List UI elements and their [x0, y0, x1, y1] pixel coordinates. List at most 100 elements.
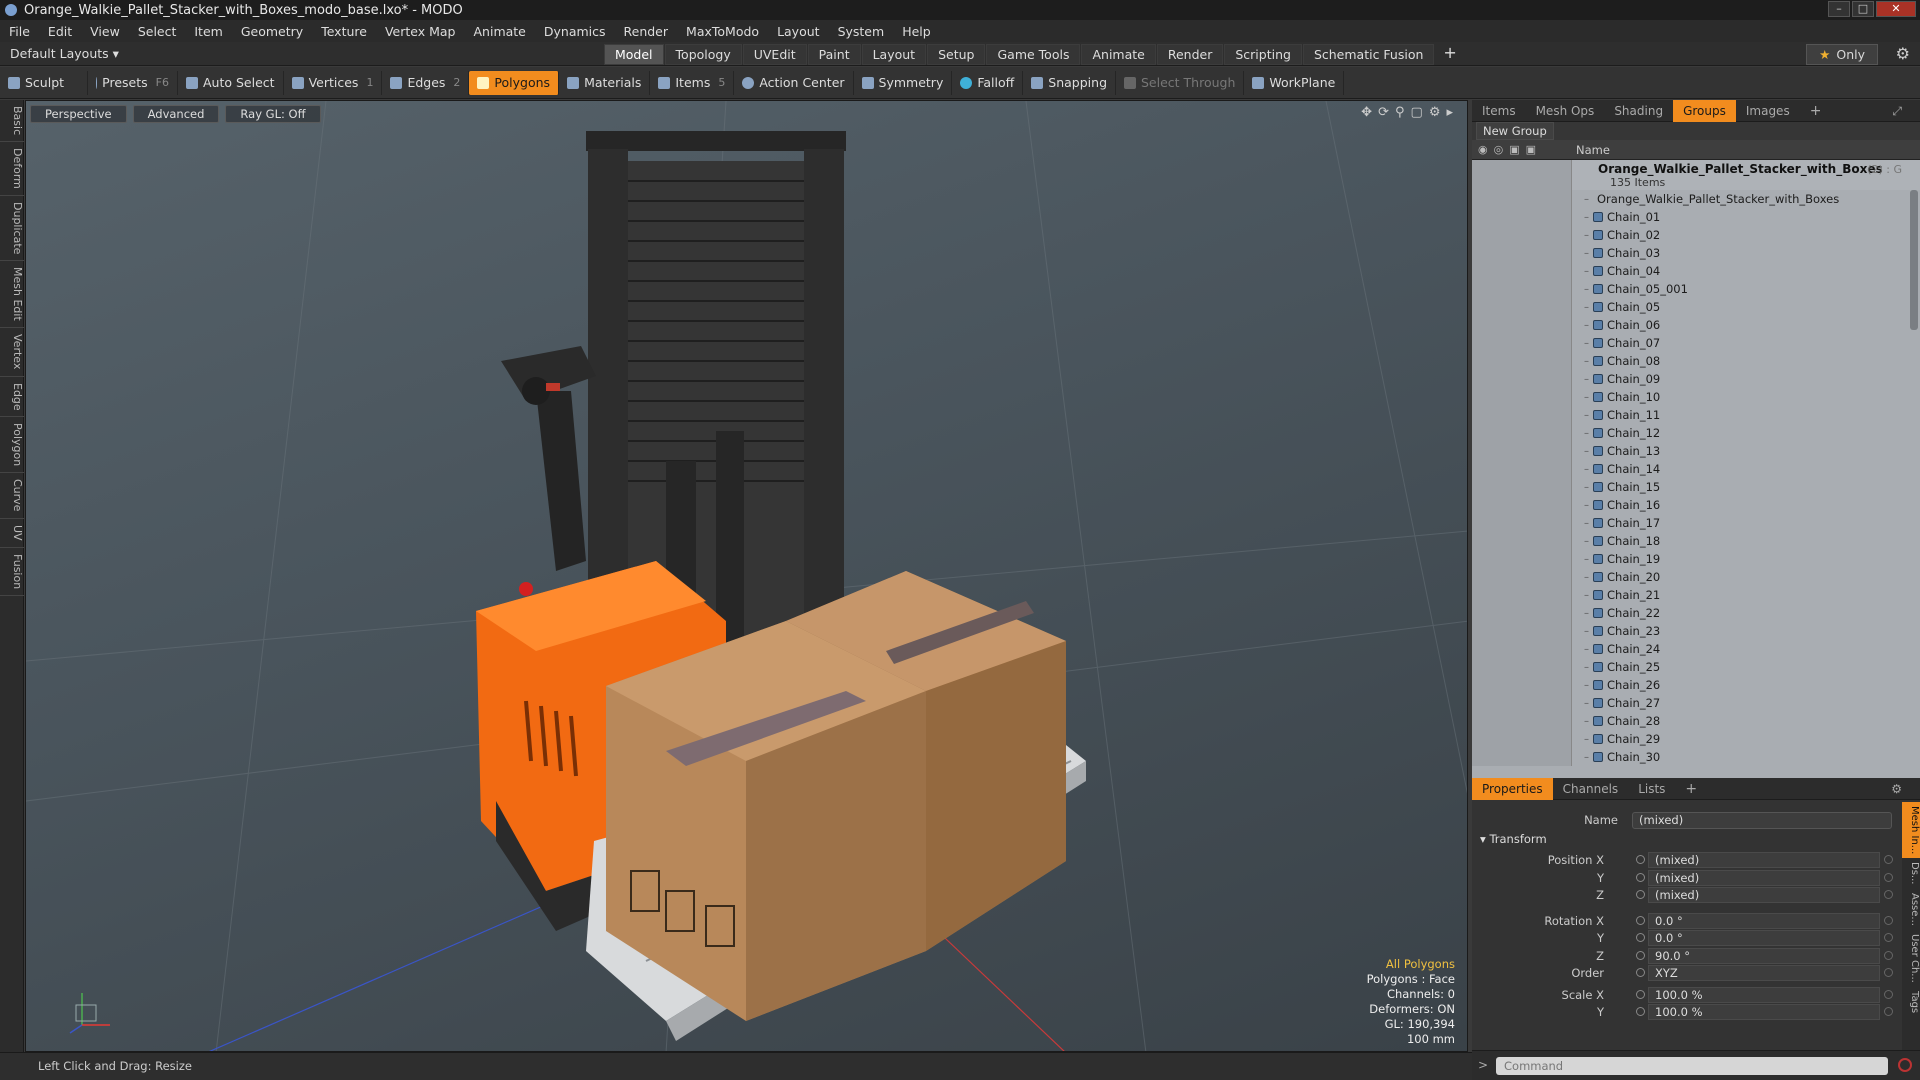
default-layouts-dropdown[interactable]: Default Layouts ▾ [10, 46, 119, 61]
materials-button[interactable]: Materials [559, 70, 651, 95]
row-visibility[interactable] [1472, 280, 1572, 298]
keyframe-dot-icon[interactable] [1636, 950, 1645, 960]
row-visibility[interactable] [1472, 676, 1572, 694]
items-button[interactable]: Items 5 [650, 70, 735, 95]
left-tab-basic[interactable]: Basic [0, 100, 24, 143]
envelope-icon[interactable] [1884, 915, 1893, 925]
row-visibility[interactable] [1472, 748, 1572, 766]
symmetry-button[interactable]: Symmetry [854, 70, 953, 95]
menu-item[interactable]: Item [185, 24, 231, 39]
row-visibility[interactable] [1472, 298, 1572, 316]
panel-expand-icon[interactable]: ⤢ [1882, 100, 1912, 122]
menu-system[interactable]: System [829, 24, 894, 39]
select-through-button[interactable]: Select Through [1116, 70, 1245, 95]
envelope-icon[interactable] [1884, 1007, 1893, 1016]
side-tab-asse[interactable]: Asse... [1902, 889, 1920, 930]
raygl-toggle[interactable]: Ray GL: Off [225, 105, 321, 123]
envelope-icon[interactable] [1884, 950, 1893, 960]
record-icon[interactable] [1898, 1058, 1912, 1072]
row-visibility[interactable] [1472, 334, 1572, 352]
property-value-field[interactable]: (mixed) [1648, 852, 1880, 868]
row-visibility[interactable] [1472, 730, 1572, 748]
tab-scripting[interactable]: Scripting [1224, 44, 1302, 65]
auto-select-button[interactable]: Auto Select [178, 70, 284, 95]
tree-item-row[interactable]: – Chain_09 [1472, 370, 1920, 388]
keyframe-dot-icon[interactable] [1636, 989, 1645, 999]
tree-item-row[interactable]: – Chain_25 [1472, 658, 1920, 676]
row-visibility[interactable] [1472, 352, 1572, 370]
tree-item-row[interactable]: – Chain_23 [1472, 622, 1920, 640]
tab-uvedit[interactable]: UVEdit [742, 44, 807, 65]
3d-viewport[interactable]: Perspective Advanced Ray GL: Off ✥ ⟳ ⚲ ▢… [25, 100, 1468, 1052]
menu-layout[interactable]: Layout [768, 24, 829, 39]
left-tab-edge[interactable]: Edge [0, 377, 24, 418]
tree-item-row[interactable]: – Chain_14 [1472, 460, 1920, 478]
viewport-menu-icon[interactable]: ▸ [1446, 105, 1453, 120]
tree-item-row[interactable]: – Orange_Walkie_Pallet_Stacker_with_Boxes [1472, 190, 1920, 208]
left-tab-uv[interactable]: UV [0, 519, 24, 548]
row-visibility[interactable] [1472, 478, 1572, 496]
menu-dynamics[interactable]: Dynamics [535, 24, 615, 39]
tree-item-row[interactable]: – Chain_06 [1472, 316, 1920, 334]
row-visibility[interactable] [1472, 262, 1572, 280]
property-value-field[interactable]: (mixed) [1648, 887, 1880, 903]
tree-item-row[interactable]: – Chain_27 [1472, 694, 1920, 712]
tree-item-row[interactable]: – Chain_24 [1472, 640, 1920, 658]
tree-scrollbar[interactable] [1910, 190, 1918, 330]
property-value-field[interactable]: 90.0 ° [1648, 947, 1880, 964]
maximize-button[interactable]: □ [1852, 1, 1874, 17]
row-visibility[interactable] [1472, 694, 1572, 712]
keyframe-dot-icon[interactable] [1636, 968, 1645, 977]
tree-item-row[interactable]: – Chain_16 [1472, 496, 1920, 514]
side-tab-ds[interactable]: Ds... [1902, 858, 1920, 888]
tab-mesh-ops[interactable]: Mesh Ops [1526, 100, 1605, 122]
row-visibility[interactable] [1472, 622, 1572, 640]
tree-item-row[interactable]: – Chain_04 [1472, 262, 1920, 280]
add-prop-tab-icon[interactable]: + [1675, 778, 1707, 800]
tree-item-row[interactable]: – Chain_13 [1472, 442, 1920, 460]
tab-game-tools[interactable]: Game Tools [986, 44, 1081, 65]
tab-lists[interactable]: Lists [1628, 778, 1675, 800]
tree-item-row[interactable]: – Chain_20 [1472, 568, 1920, 586]
row-visibility[interactable] [1472, 316, 1572, 334]
row-visibility[interactable] [1472, 568, 1572, 586]
left-tab-polygon[interactable]: Polygon [0, 417, 24, 474]
add-tab-icon[interactable]: + [1435, 44, 1464, 65]
menu-geometry[interactable]: Geometry [232, 24, 312, 39]
tree-item-row[interactable]: – Chain_21 [1472, 586, 1920, 604]
row-visibility[interactable] [1472, 604, 1572, 622]
tab-schematic-fusion[interactable]: Schematic Fusion [1302, 44, 1435, 65]
side-tab-tags[interactable]: Tags [1902, 987, 1920, 1017]
command-input[interactable]: Command [1496, 1057, 1888, 1075]
tree-item-row[interactable]: – Chain_01 [1472, 208, 1920, 226]
menu-maxtomodo[interactable]: MaxToModo [677, 24, 768, 39]
menu-vertex-map[interactable]: Vertex Map [376, 24, 465, 39]
menu-view[interactable]: View [81, 24, 129, 39]
tab-paint[interactable]: Paint [807, 44, 861, 65]
keyframe-dot-icon[interactable] [1636, 933, 1645, 942]
tree-item-row[interactable]: – Chain_08 [1472, 352, 1920, 370]
group-root-row[interactable]: Orange_Walkie_Pallet_Stacker_with_Boxes … [1472, 160, 1920, 190]
row-visibility[interactable] [1472, 370, 1572, 388]
snapping-button[interactable]: Snapping [1023, 70, 1116, 95]
new-group-button[interactable]: New Group [1476, 122, 1554, 140]
tab-setup[interactable]: Setup [927, 44, 986, 65]
tree-item-row[interactable]: – Chain_10 [1472, 388, 1920, 406]
workplane-button[interactable]: WorkPlane [1244, 70, 1345, 95]
row-visibility[interactable] [1472, 496, 1572, 514]
tree-item-row[interactable]: – Chain_18 [1472, 532, 1920, 550]
menu-render[interactable]: Render [615, 24, 678, 39]
left-tab-mesh-edit[interactable]: Mesh Edit [0, 261, 24, 329]
edges-button[interactable]: Edges 2 [382, 70, 470, 95]
maximize-viewport-icon[interactable]: ▢ [1411, 105, 1423, 120]
zoom-icon[interactable]: ⚲ [1395, 105, 1405, 120]
tree-item-row[interactable]: – Chain_26 [1472, 676, 1920, 694]
tab-groups[interactable]: Groups [1673, 99, 1736, 122]
minimize-button[interactable]: – [1828, 1, 1850, 17]
row-visibility[interactable] [1472, 460, 1572, 478]
menu-file[interactable]: File [0, 24, 39, 39]
only-button[interactable]: ★ Only [1806, 44, 1878, 65]
vertices-button[interactable]: Vertices 1 [284, 70, 383, 95]
select-column-icon[interactable]: ▣ [1526, 143, 1536, 156]
viewport-settings-icon[interactable]: ⚙ [1429, 105, 1441, 120]
